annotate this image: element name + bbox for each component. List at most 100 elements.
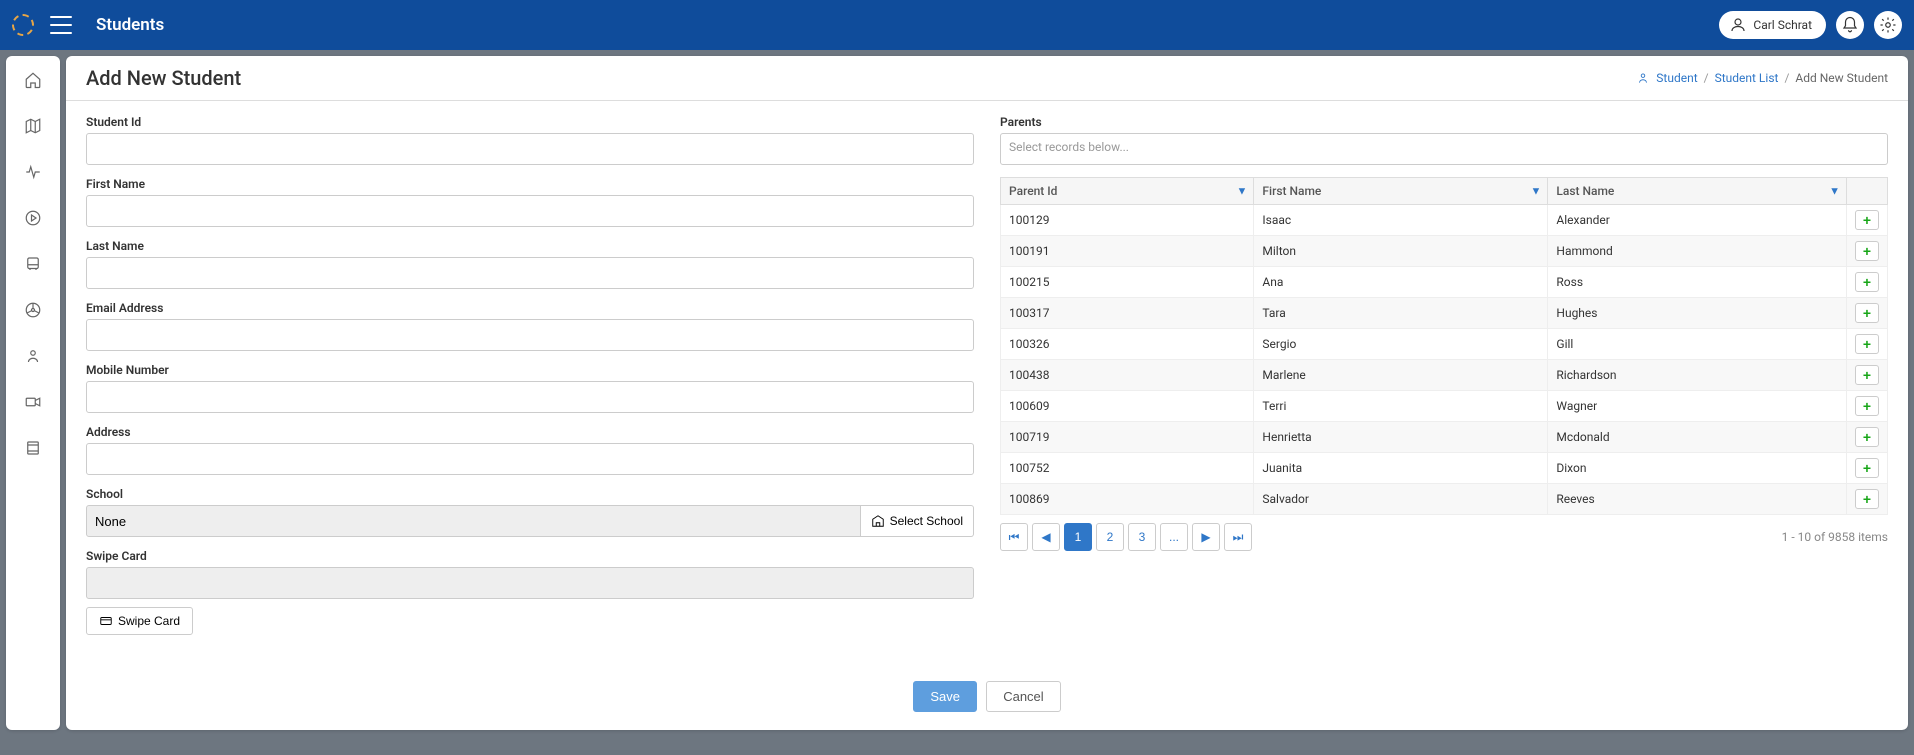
cell-parent-id: 100869 <box>1001 484 1254 515</box>
add-parent-button[interactable]: + <box>1855 458 1879 478</box>
pager-next[interactable]: ▶ <box>1192 523 1220 551</box>
cell-first-name: Ana <box>1254 267 1548 298</box>
table-row: 100191MiltonHammond+ <box>1001 236 1888 267</box>
cell-first-name: Isaac <box>1254 205 1548 236</box>
col-last-name[interactable]: Last Name ▼ <box>1548 178 1847 205</box>
table-row: 100609TerriWagner+ <box>1001 391 1888 422</box>
label-mobile: Mobile Number <box>86 363 974 377</box>
table-row: 100215AnaRoss + <box>1001 267 1888 298</box>
mobile-field[interactable] <box>86 381 974 413</box>
pager: ⏮ ◀ 123... ▶ ⏭ 1 - 10 of 9858 items <box>1000 523 1888 551</box>
add-parent-button[interactable]: + <box>1855 303 1879 323</box>
cell-last-name: Hammond <box>1548 236 1847 267</box>
label-school: School <box>86 487 974 501</box>
cell-parent-id: 100215 <box>1001 267 1254 298</box>
cancel-button[interactable]: Cancel <box>986 681 1060 712</box>
add-parent-button[interactable]: + <box>1855 396 1879 416</box>
swipe-card-button[interactable]: Swipe Card <box>86 607 193 635</box>
sidebar-item-students[interactable] <box>21 344 45 368</box>
first-name-field[interactable] <box>86 195 974 227</box>
cell-last-name: Ross <box>1548 267 1847 298</box>
last-name-field[interactable] <box>86 257 974 289</box>
col-first-name[interactable]: First Name ▼ <box>1254 178 1548 205</box>
parents-multiselect[interactable]: Select records below... <box>1000 133 1888 165</box>
sidebar-item-play[interactable] <box>21 206 45 230</box>
student-icon <box>24 347 42 365</box>
filter-icon[interactable]: ▼ <box>1237 185 1248 198</box>
label-email: Email Address <box>86 301 974 315</box>
filter-icon[interactable]: ▼ <box>1829 185 1840 198</box>
pager-last[interactable]: ⏭ <box>1224 523 1252 551</box>
email-field[interactable] <box>86 319 974 351</box>
label-first-name: First Name <box>86 177 974 191</box>
cell-parent-id: 100719 <box>1001 422 1254 453</box>
table-row: 100719HenriettaMcdonald+ <box>1001 422 1888 453</box>
table-row: 100326SergioGill+ <box>1001 329 1888 360</box>
student-icon <box>1636 71 1650 85</box>
cell-last-name: Wagner <box>1548 391 1847 422</box>
cell-parent-id: 100326 <box>1001 329 1254 360</box>
sidebar-item-map[interactable] <box>21 114 45 138</box>
sidebar-item-activity[interactable] <box>21 160 45 184</box>
breadcrumb-student-list[interactable]: Student List <box>1715 71 1779 85</box>
sidebar-item-bus[interactable] <box>21 252 45 276</box>
add-parent-button[interactable]: + <box>1855 210 1879 230</box>
panel-header: Add New Student Student / Student List /… <box>66 56 1908 101</box>
sidebar <box>6 56 60 730</box>
page-title: Add New Student <box>86 66 241 90</box>
menu-toggle-button[interactable] <box>50 16 72 34</box>
add-parent-button[interactable]: + <box>1855 365 1879 385</box>
breadcrumb: Student / Student List / Add New Student <box>1636 71 1888 85</box>
form-actions: Save Cancel <box>66 667 1908 730</box>
pager-page[interactable]: 1 <box>1064 523 1092 551</box>
pager-prev[interactable]: ◀ <box>1032 523 1060 551</box>
col-action <box>1847 178 1888 205</box>
address-field[interactable] <box>86 443 974 475</box>
video-icon <box>24 393 42 411</box>
settings-button[interactable] <box>1874 11 1902 39</box>
table-row: 100869SalvadorReeves+ <box>1001 484 1888 515</box>
cell-first-name: Terri <box>1254 391 1548 422</box>
cell-last-name: Gill <box>1548 329 1847 360</box>
topbar: Students Carl Schrat <box>0 0 1914 50</box>
home-icon <box>24 71 42 89</box>
cell-last-name: Richardson <box>1548 360 1847 391</box>
sidebar-item-video[interactable] <box>21 390 45 414</box>
add-parent-button[interactable]: + <box>1855 272 1879 292</box>
cell-first-name: Tara <box>1254 298 1548 329</box>
pager-info: 1 - 10 of 9858 items <box>1782 530 1888 544</box>
add-parent-button[interactable]: + <box>1855 334 1879 354</box>
topbar-title: Students <box>96 15 164 35</box>
pager-page[interactable]: ... <box>1160 523 1188 551</box>
cell-last-name: Hughes <box>1548 298 1847 329</box>
parents-table: Parent Id ▼ First Name ▼ Last Name ▼ <box>1000 177 1888 515</box>
sidebar-item-reports[interactable] <box>21 436 45 460</box>
add-parent-button[interactable]: + <box>1855 241 1879 261</box>
pager-first[interactable]: ⏮ <box>1000 523 1028 551</box>
user-icon <box>1729 16 1747 34</box>
breadcrumb-current: Add New Student <box>1795 71 1888 85</box>
cell-first-name: Juanita <box>1254 453 1548 484</box>
breadcrumb-student[interactable]: Student <box>1656 71 1697 85</box>
add-parent-button[interactable]: + <box>1855 489 1879 509</box>
filter-icon[interactable]: ▼ <box>1531 185 1542 198</box>
student-id-field[interactable] <box>86 133 974 165</box>
notifications-button[interactable] <box>1836 11 1864 39</box>
select-school-button[interactable]: Select School <box>861 505 974 537</box>
cell-parent-id: 100129 <box>1001 205 1254 236</box>
col-parent-id[interactable]: Parent Id ▼ <box>1001 178 1254 205</box>
add-parent-button[interactable]: + <box>1855 427 1879 447</box>
card-icon <box>99 614 113 628</box>
save-button[interactable]: Save <box>913 681 977 712</box>
school-icon <box>871 514 885 528</box>
table-row: 100129IsaacAlexander+ <box>1001 205 1888 236</box>
cell-parent-id: 100438 <box>1001 360 1254 391</box>
label-parents: Parents <box>1000 115 1888 129</box>
sidebar-item-home[interactable] <box>21 68 45 92</box>
cell-last-name: Mcdonald <box>1548 422 1847 453</box>
cell-first-name: Milton <box>1254 236 1548 267</box>
pager-page[interactable]: 3 <box>1128 523 1156 551</box>
sidebar-item-driver[interactable] <box>21 298 45 322</box>
pager-page[interactable]: 2 <box>1096 523 1124 551</box>
user-chip[interactable]: Carl Schrat <box>1719 11 1826 39</box>
